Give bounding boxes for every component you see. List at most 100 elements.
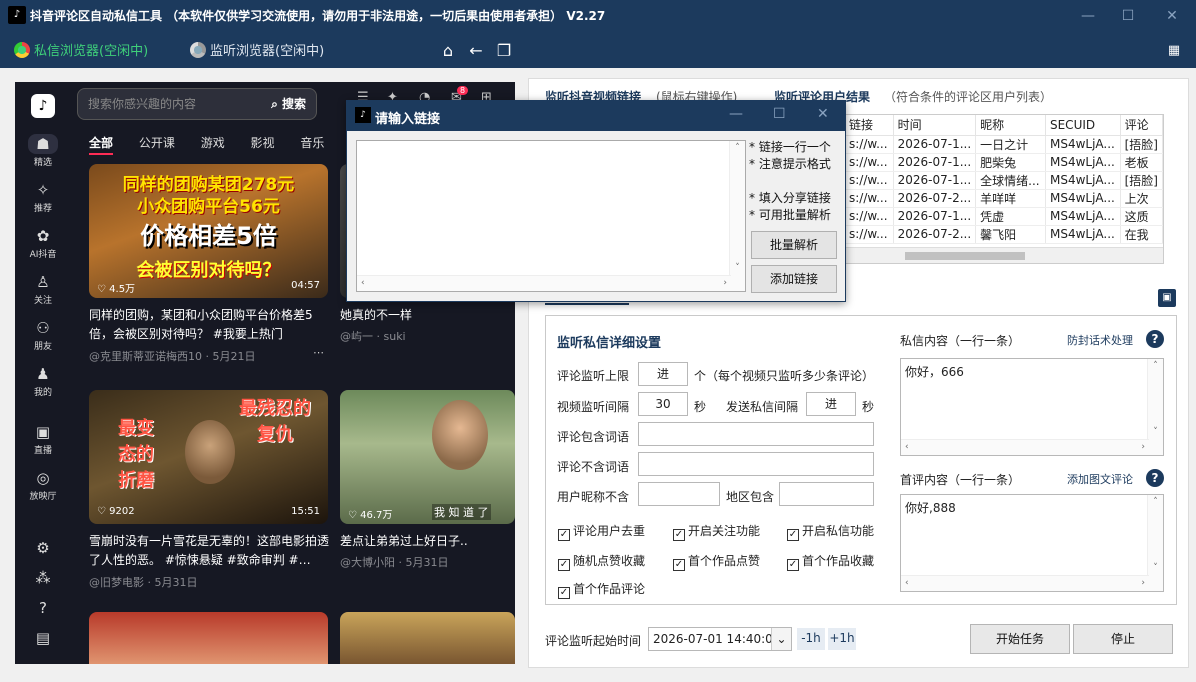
search-button[interactable]: ⌕ 搜索 <box>271 89 306 119</box>
tab-music[interactable]: 音乐 <box>300 136 324 150</box>
sidebar-item-follow[interactable]: ♙ 关注 <box>15 272 71 306</box>
minimize-button[interactable]: — <box>1076 6 1100 26</box>
horizontal-scrollbar[interactable]: ‹ › <box>357 275 731 291</box>
sidebar-item-ai[interactable]: ✿ AI抖音 <box>15 226 71 260</box>
video-author[interactable]: @大博小阳 <box>340 556 395 569</box>
table-row[interactable]: s://w... 2026-07-1... 凭虚 MS4wLjA... 这质 <box>845 207 1163 226</box>
douyin-search-input[interactable]: 搜索你感兴趣的内容 ⌕ 搜索 <box>77 88 317 120</box>
video-card-thumbnail[interactable]: 同样的团购某团278元 小众团购平台56元 价格相差5倍 会被区别对待吗？ ♡ … <box>89 164 328 298</box>
video-title[interactable]: 她真的不一样 <box>340 306 515 326</box>
max-comments-input[interactable]: 进 <box>638 362 688 386</box>
video-card-thumbnail[interactable] <box>340 612 515 664</box>
help-circle-icon[interactable]: ? <box>15 598 71 619</box>
tab-all[interactable]: 全部 <box>89 136 114 155</box>
links-textarea[interactable]: ˄ ˅ ‹ › <box>356 140 746 292</box>
include-words-input[interactable] <box>638 422 874 446</box>
douyin-sidebar: ♪ ☗ 精选 ✧ 推荐 ✿ AI抖音 ♙ 关注 ⚇ 朋友 ♟ 我的 ▣ 直播 ◎ 放映厅 ⚙ ⁂… <box>15 82 71 664</box>
col-link[interactable]: 链接 <box>845 115 894 136</box>
random-like-checkbox[interactable]: ✓ 随机点赞收藏 <box>558 552 645 571</box>
sidebar-item-featured[interactable]: ☗ 精选 <box>15 134 71 168</box>
region-include-input[interactable] <box>779 482 874 506</box>
cell: s://w... <box>845 153 894 172</box>
chevron-down-icon[interactable]: ⌄ <box>771 628 791 650</box>
col-nickname[interactable]: 昵称 <box>975 115 1046 136</box>
anti-ban-link[interactable]: 防封话术处理 <box>1067 332 1133 348</box>
plus-hour-button[interactable]: +1h <box>828 628 856 650</box>
sidebar-item-recommend[interactable]: ✧ 推荐 <box>15 180 71 214</box>
col-secuid[interactable]: SECUID <box>1045 115 1121 136</box>
video-card-thumbnail[interactable]: 最变态的折磨 最残忍的复仇 ♡ 9202 15:51 <box>89 390 328 524</box>
video-author[interactable]: @旧梦电影 <box>89 576 144 589</box>
video-title[interactable]: 雪崩时没有一片雪花是无辜的！这部电影拍透了人性的恶。 #惊悚悬疑 #致命审判 #… <box>89 532 329 570</box>
dm-interval-label: 发送私信间隔 <box>726 400 799 414</box>
sidebar-item-live[interactable]: ▣ 直播 <box>15 422 71 456</box>
start-time-picker[interactable]: 2026-07-01 14:40:04 ⌄ <box>648 627 792 651</box>
table-row[interactable]: s://w... 2026-07-1... 一日之计 MS4wLjA... [捂脸] <box>845 135 1163 154</box>
minus-hour-button[interactable]: -1h <box>797 628 825 650</box>
notes-icon[interactable]: ▤ <box>15 628 71 649</box>
video-card-thumbnail[interactable]: 我 知 道 了 ♡ 46.7万 <box>340 390 515 524</box>
table-row[interactable]: s://w... 2026-07-2... 馨飞阳 MS4wLjA... 在我 <box>845 225 1163 244</box>
dedupe-users-checkbox[interactable]: ✓ 评论用户去重 <box>558 522 645 541</box>
more-options-icon[interactable]: ⋯ <box>313 346 324 359</box>
apps-icon[interactable]: ⁂ <box>15 568 71 589</box>
stop-button[interactable]: 停止 <box>1073 624 1173 654</box>
video-title[interactable]: 差点让弟弟过上好日子.. <box>340 532 515 552</box>
thumb-overlay: ♡ 9202 15:51 <box>89 500 328 524</box>
horizontal-scrollbar[interactable] <box>845 247 1163 263</box>
sidebar-item-theater[interactable]: ◎ 放映厅 <box>15 468 71 502</box>
video-card-thumbnail[interactable] <box>89 612 328 664</box>
video-title[interactable]: 同样的团购，某团和小众团购平台价格差5倍，会被区别对待吗？ #我要上热门 @DO… <box>89 306 329 344</box>
video-author[interactable]: @克里斯蒂亚诺梅西10 <box>89 350 202 363</box>
video-interval-input[interactable]: 30 <box>638 392 688 416</box>
start-task-button[interactable]: 开始任务 <box>970 624 1070 654</box>
tab-monitor-browser[interactable]: 监听浏览器(空闲中) <box>190 40 324 59</box>
dm-content-textarea[interactable]: 你好，666 ˄ ˅ ‹ › <box>900 358 1164 456</box>
maximize-button[interactable]: ☐ <box>773 106 786 122</box>
enable-dm-checkbox[interactable]: ✓ 开启私信功能 <box>787 522 874 541</box>
col-comment[interactable]: 评论 <box>1120 115 1163 136</box>
first-comment-textarea[interactable]: 你好,888 ˄ ˅ ‹ › <box>900 494 1164 592</box>
dm-interval-input[interactable]: 进 <box>806 392 856 416</box>
vertical-scrollbar[interactable]: ˄ ˅ <box>1147 495 1163 591</box>
tab-dm-browser[interactable]: 私信浏览器(空闲中) <box>14 40 148 59</box>
help-icon[interactable]: ? <box>1146 330 1164 348</box>
sidebar-item-friends[interactable]: ⚇ 朋友 <box>15 318 71 352</box>
copy-icon[interactable]: ❐ <box>494 41 514 61</box>
close-button[interactable]: ✕ <box>1160 6 1184 26</box>
exclude-words-input[interactable] <box>638 452 874 476</box>
settings-icon[interactable]: ⚙ <box>15 538 71 559</box>
add-image-comment-link[interactable]: 添加图文评论 <box>1067 471 1133 487</box>
vertical-scrollbar[interactable]: ˄ ˅ <box>1147 359 1163 455</box>
douyin-logo-icon[interactable]: ♪ <box>31 94 55 118</box>
first-work-fav-checkbox[interactable]: ✓ 首个作品收藏 <box>787 552 874 571</box>
table-row[interactable]: s://w... 2026-07-1... 肥柴兔 MS4wLjA... 老板 <box>845 153 1163 172</box>
scrollbar-thumb[interactable] <box>905 252 1025 260</box>
table-row[interactable]: s://w... 2026-07-1... 全球情绪... MS4wLjA... [捂脸… <box>845 171 1163 190</box>
table-row[interactable]: s://w... 2026-07-2... 羊咩咩 MS4wLjA... 上次 <box>845 189 1163 208</box>
sidebar-item-me[interactable]: ♟ 我的 <box>15 364 71 398</box>
horizontal-scrollbar[interactable]: ‹ › <box>901 575 1149 591</box>
first-work-comment-checkbox[interactable]: ✓ 首个作品评论 <box>558 580 645 599</box>
tab-courses[interactable]: 公开课 <box>139 136 175 150</box>
tab-games[interactable]: 游戏 <box>201 136 225 150</box>
add-link-button[interactable]: 添加链接 <box>751 265 837 293</box>
save-icon[interactable]: ▣ <box>1158 289 1176 307</box>
qr-code-icon[interactable]: ▦ <box>1164 41 1184 61</box>
horizontal-scrollbar[interactable]: ‹ › <box>901 439 1149 455</box>
col-time[interactable]: 时间 <box>893 115 977 136</box>
home-icon[interactable]: ⌂ <box>438 41 458 61</box>
minimize-button[interactable]: — <box>729 106 743 122</box>
close-button[interactable]: ✕ <box>817 106 829 122</box>
enable-follow-checkbox[interactable]: ✓ 开启关注功能 <box>673 522 760 541</box>
help-icon[interactable]: ? <box>1146 469 1164 487</box>
maximize-button[interactable]: ☐ <box>1116 6 1140 26</box>
nickname-exclude-input[interactable] <box>638 482 720 506</box>
back-icon[interactable]: ← <box>466 41 486 61</box>
tab-movies[interactable]: 影视 <box>251 136 275 150</box>
video-author[interactable]: @屿一 · suki <box>340 328 406 344</box>
batch-parse-button[interactable]: 批量解析 <box>751 231 837 259</box>
first-work-like-checkbox[interactable]: ✓ 首个作品点赞 <box>673 552 760 571</box>
vertical-scrollbar[interactable]: ˄ ˅ <box>729 141 745 291</box>
results-table[interactable]: 链接 时间 昵称 SECUID 评论 s://w... 2026-07-1... 一… <box>844 114 1164 264</box>
